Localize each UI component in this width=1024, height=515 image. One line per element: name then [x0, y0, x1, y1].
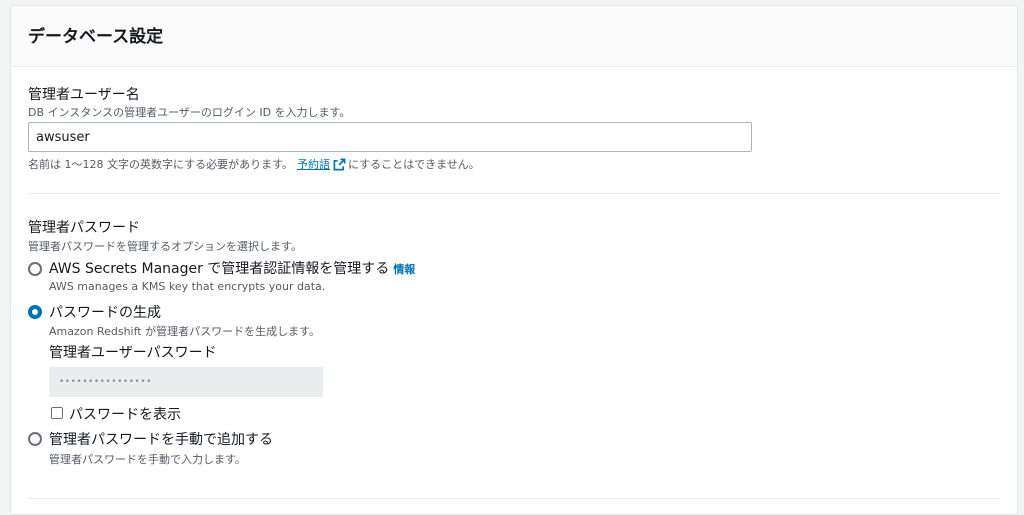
- external-link-icon[interactable]: [333, 158, 346, 171]
- reserved-words-link[interactable]: 予約語: [297, 156, 330, 172]
- hint-text-after: にすることはできません。: [348, 158, 480, 171]
- secrets-manager-radio[interactable]: [28, 262, 42, 276]
- secrets-manager-description: AWS manages a KMS key that encrypts your…: [49, 280, 326, 293]
- panel-header: データベース設定: [11, 6, 1017, 67]
- generate-password-radio[interactable]: [28, 305, 42, 319]
- username-label: 管理者ユーザー名: [28, 87, 140, 103]
- generate-password-label[interactable]: パスワードの生成: [49, 302, 161, 322]
- password-label: 管理者パスワード: [28, 220, 140, 236]
- generated-password-field: ••••••••••••••••: [49, 367, 323, 397]
- username-input[interactable]: [28, 122, 752, 152]
- hint-text-before: 名前は 1～128 文字の英数字にする必要があります。: [28, 158, 293, 171]
- username-hint: 名前は 1～128 文字の英数字にする必要があります。 予約語 にすることはでき…: [28, 156, 480, 172]
- info-link[interactable]: 情報: [393, 263, 415, 276]
- show-password-label[interactable]: パスワードを表示: [69, 404, 181, 424]
- bottom-divider: [28, 498, 1000, 499]
- generate-password-description: Amazon Redshift が管理者パスワードを生成します。: [49, 325, 320, 338]
- show-password-checkbox[interactable]: [51, 407, 63, 419]
- secrets-manager-option[interactable]: AWS Secrets Manager で管理者認証情報を管理する 情報: [49, 258, 415, 278]
- manual-password-radio[interactable]: [28, 432, 42, 446]
- generated-password-label: 管理者ユーザーパスワード: [49, 345, 217, 361]
- password-description: 管理者パスワードを管理するオプションを選択します。: [28, 240, 302, 253]
- generated-password-value: ••••••••••••••••: [59, 377, 152, 387]
- secrets-manager-label[interactable]: AWS Secrets Manager で管理者認証情報を管理する: [49, 261, 389, 277]
- manual-password-description: 管理者パスワードを手動で入力します。: [49, 453, 246, 466]
- database-settings-panel: データベース設定 管理者ユーザー名 DB インスタンスの管理者ユーザーのログイン…: [10, 5, 1018, 515]
- section-divider: [28, 193, 1000, 194]
- username-description: DB インスタンスの管理者ユーザーのログイン ID を入力します。: [28, 106, 351, 119]
- section-title: データベース設定: [28, 26, 164, 47]
- manual-password-label[interactable]: 管理者パスワードを手動で追加する: [49, 429, 273, 449]
